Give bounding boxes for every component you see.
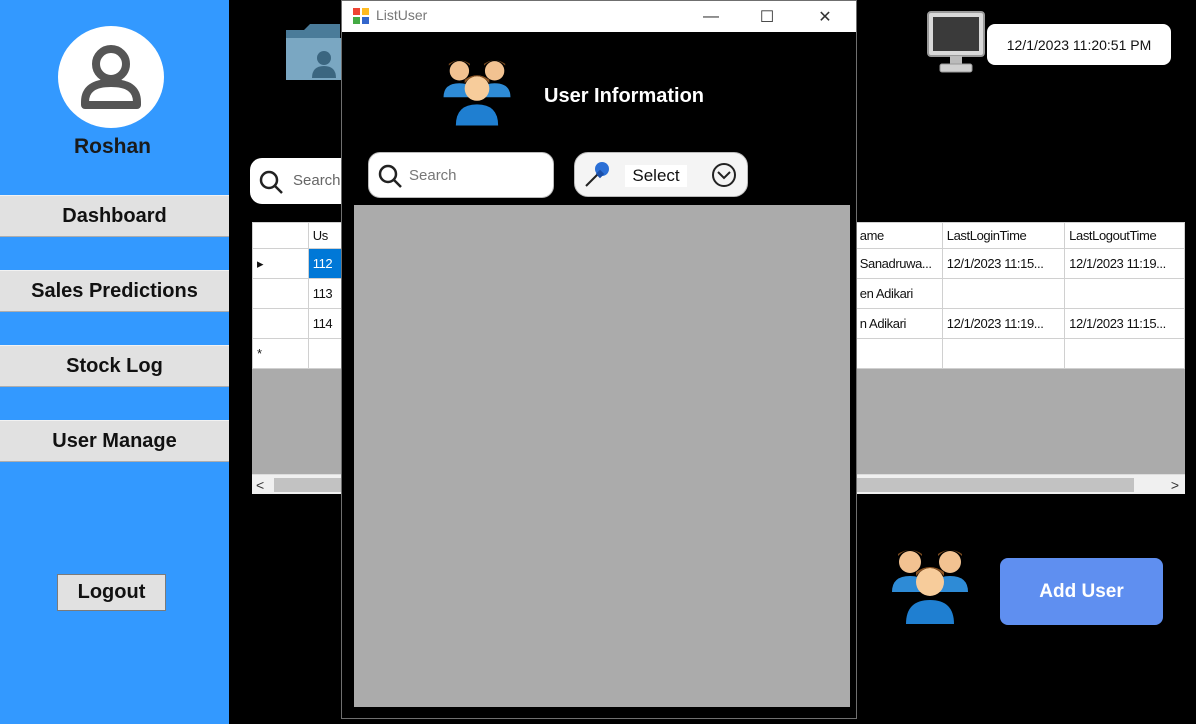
user-avatar	[58, 26, 164, 128]
sidebar: Roshan Dashboard Sales Predictions Stock…	[0, 0, 229, 724]
row-header-marker[interactable]: *	[252, 338, 309, 369]
cell-name[interactable]	[854, 338, 943, 369]
monitor-icon	[927, 11, 985, 73]
list-user-window: ListUser — ☐ ✕ User Information Search S…	[341, 0, 857, 719]
cell-last-logout[interactable]: 12/1/2023 11:15...	[1064, 308, 1185, 339]
grid-column-header-last-login[interactable]: LastLoginTime	[941, 222, 1066, 249]
background-search-placeholder: Search	[293, 172, 341, 189]
row-header-marker[interactable]: ▸	[252, 248, 309, 279]
cell-last-logout[interactable]: 12/1/2023 11:19...	[1064, 248, 1185, 279]
minimize-button[interactable]: —	[688, 1, 734, 32]
window-titlebar[interactable]: ListUser — ☐ ✕	[342, 1, 856, 32]
search-icon	[259, 170, 283, 194]
nav-user-manage-button[interactable]: User Manage	[0, 420, 229, 462]
username-label: Roshan	[73, 135, 151, 158]
row-header-marker[interactable]	[252, 308, 309, 339]
grid-corner-cell	[252, 222, 309, 249]
modal-search-box[interactable]	[368, 152, 554, 198]
app-root: Roshan Dashboard Sales Predictions Stock…	[0, 0, 1196, 724]
grid-column-header-name[interactable]: ame	[854, 222, 943, 249]
logout-button[interactable]: Logout	[57, 574, 166, 611]
nav-dashboard-button[interactable]: Dashboard	[0, 195, 229, 237]
folder-user-icon	[286, 24, 342, 80]
nav-sales-predictions-button[interactable]: Sales Predictions	[0, 270, 229, 312]
users-group-icon	[892, 550, 968, 624]
cell-name[interactable]: en Adikari	[854, 278, 943, 309]
search-icon	[378, 164, 402, 188]
scroll-right-icon[interactable]: >	[1171, 475, 1179, 495]
cell-last-logout[interactable]	[1064, 338, 1185, 369]
cell-last-logout[interactable]	[1064, 278, 1185, 309]
modal-search-input[interactable]	[409, 163, 545, 187]
user-avatar-icon	[81, 45, 141, 109]
filter-select-dropdown[interactable]: Select	[574, 152, 748, 197]
datetime-display: 12/1/2023 11:20:51 PM	[987, 24, 1171, 65]
close-button[interactable]: ✕	[802, 1, 848, 32]
cell-name[interactable]: n Adikari	[854, 308, 943, 339]
grid-column-header-last-logout[interactable]: LastLogoutTime	[1064, 222, 1185, 249]
window-title: ListUser	[376, 7, 428, 23]
user-list-panel	[354, 205, 850, 707]
nav-stock-log-button[interactable]: Stock Log	[0, 345, 229, 387]
scroll-left-icon[interactable]: <	[256, 475, 264, 495]
pin-icon	[585, 162, 609, 187]
add-user-button[interactable]: Add User	[1000, 558, 1163, 625]
maximize-button[interactable]: ☐	[744, 1, 790, 32]
user-information-heading: User Information	[544, 85, 705, 107]
app-window-icon	[353, 8, 369, 24]
cell-name[interactable]: Sanadruwa...	[854, 248, 943, 279]
cell-last-login[interactable]	[941, 278, 1066, 309]
cell-last-login[interactable]: 12/1/2023 11:15...	[941, 248, 1066, 279]
users-group-icon	[443, 60, 511, 126]
chevron-down-circle-icon[interactable]	[711, 162, 737, 188]
select-label: Select	[625, 165, 687, 187]
cell-last-login[interactable]	[941, 338, 1066, 369]
row-header-marker[interactable]	[252, 278, 309, 309]
cell-last-login[interactable]: 12/1/2023 11:19...	[941, 308, 1066, 339]
